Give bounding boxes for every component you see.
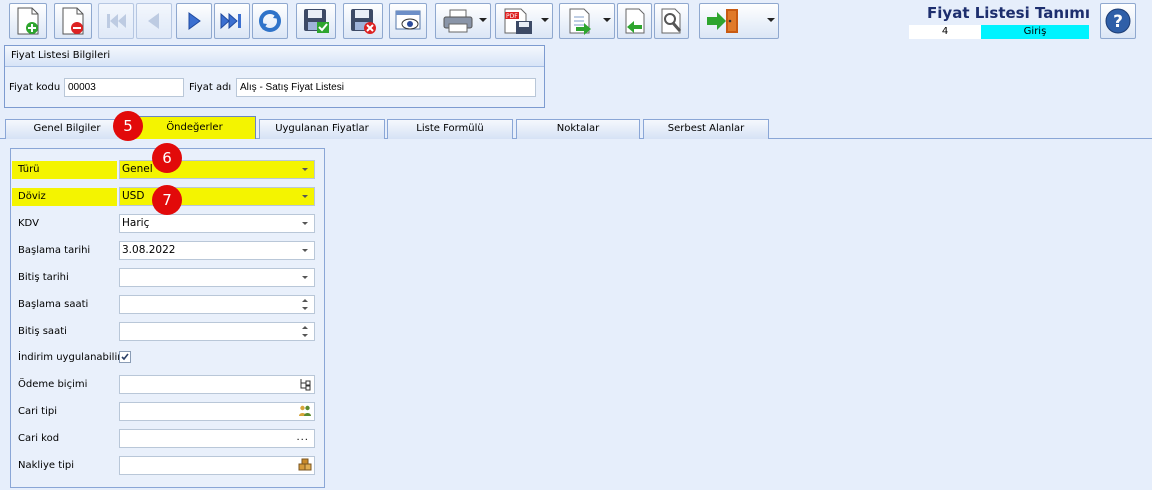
- vat-label: KDV: [18, 218, 39, 229]
- chevron-down-icon: [302, 168, 308, 171]
- end-date-picker[interactable]: [119, 268, 315, 287]
- print-icon: [443, 9, 473, 33]
- start-date-label: Başlama tarihi: [18, 245, 91, 256]
- start-time-input[interactable]: [119, 295, 315, 314]
- tab-general[interactable]: Genel Bilgiler: [5, 119, 129, 139]
- first-icon: [107, 14, 126, 28]
- help-button[interactable]: ?: [1100, 3, 1136, 39]
- save-icon: [304, 9, 329, 33]
- first-record-button[interactable]: [98, 3, 134, 39]
- vat-select[interactable]: Hariç: [119, 214, 315, 233]
- tools-icon: [661, 8, 681, 34]
- back-button[interactable]: [617, 3, 652, 39]
- pdf-icon: PDF: [504, 8, 532, 34]
- export-button[interactable]: [559, 3, 615, 39]
- record-number: 4: [909, 25, 981, 39]
- delete-button[interactable]: [54, 3, 92, 39]
- end-time-input[interactable]: [119, 322, 315, 341]
- shipping-type-label: Nakliye tipi: [18, 460, 75, 471]
- end-date-label: Bitiş tarihi: [18, 272, 69, 283]
- currency-select[interactable]: USD: [119, 187, 315, 206]
- spin-icon[interactable]: [302, 325, 309, 338]
- shipping-type-input[interactable]: [119, 456, 315, 475]
- cancel-button[interactable]: [343, 3, 383, 39]
- svg-text:?: ?: [1113, 12, 1123, 32]
- chevron-down-icon: [302, 276, 308, 279]
- last-icon: [220, 12, 241, 30]
- type-label: Türü: [18, 164, 40, 175]
- discount-checkbox[interactable]: [119, 351, 131, 363]
- account-type-input[interactable]: [119, 402, 315, 421]
- spin-icon[interactable]: [302, 298, 309, 311]
- mode-indicator: Giriş: [981, 25, 1089, 39]
- chevron-down-icon: [767, 18, 775, 22]
- chevron-down-icon: [541, 18, 549, 22]
- group-title: Fiyat Listesi Bilgileri: [5, 46, 544, 67]
- new-button[interactable]: [9, 3, 47, 39]
- price-name-label: Fiyat adı: [189, 82, 232, 93]
- price-list-info-group: Fiyat Listesi Bilgileri Fiyat kodu Fiyat…: [4, 45, 545, 108]
- price-code-input[interactable]: [64, 78, 184, 97]
- export-icon: [569, 8, 591, 35]
- preview-icon: [395, 10, 421, 30]
- end-time-label: Bitiş saati: [18, 326, 67, 337]
- boxes-icon[interactable]: [298, 458, 312, 472]
- cancel-icon: [351, 9, 376, 34]
- chevron-down-icon: [302, 222, 308, 225]
- ellipsis-button[interactable]: ...: [296, 429, 309, 446]
- exit-icon: [707, 9, 738, 33]
- previous-record-button[interactable]: [136, 3, 172, 39]
- annotation-badge-5: 5: [113, 111, 143, 141]
- price-code-label: Fiyat kodu: [9, 82, 61, 93]
- annotation-badge-7: 7: [152, 185, 182, 215]
- payment-method-input[interactable]: [119, 375, 315, 394]
- new-icon: [17, 7, 39, 35]
- tab-applied-prices[interactable]: Uygulanan Fiyatlar: [259, 119, 385, 139]
- discount-label: İndirim uygulanabilir: [18, 352, 122, 363]
- account-type-label: Cari tipi: [18, 406, 58, 417]
- tab-points[interactable]: Noktalar: [516, 119, 640, 139]
- help-icon: ?: [1105, 8, 1131, 34]
- next-icon: [188, 12, 201, 30]
- next-record-button[interactable]: [176, 3, 212, 39]
- delete-icon: [62, 7, 84, 35]
- refresh-icon: [259, 10, 281, 32]
- users-icon[interactable]: [298, 404, 312, 418]
- back-icon: [625, 8, 644, 34]
- previous-icon: [148, 13, 159, 29]
- account-code-label: Cari kod: [18, 433, 60, 444]
- last-record-button[interactable]: [214, 3, 250, 39]
- print-button[interactable]: [435, 3, 491, 39]
- chevron-down-icon: [603, 18, 611, 22]
- type-value: Genel: [122, 163, 153, 175]
- currency-value: USD: [122, 190, 145, 202]
- window-title: Fiyat Listesi Tanımı: [927, 4, 1090, 22]
- tab-list-formula[interactable]: Liste Formülü: [387, 119, 513, 139]
- start-time-label: Başlama saati: [18, 299, 89, 310]
- save-button[interactable]: [296, 3, 336, 39]
- tab-custom-fields[interactable]: Serbest Alanlar: [643, 119, 769, 139]
- price-name-input[interactable]: [236, 78, 536, 97]
- vat-value: Hariç: [122, 217, 150, 229]
- pdf-button[interactable]: PDF: [495, 3, 553, 39]
- start-date-value: 3.08.2022: [122, 244, 176, 256]
- svg-text:PDF: PDF: [506, 13, 518, 20]
- account-code-input[interactable]: ...: [119, 429, 315, 448]
- annotation-badge-6: 6: [152, 143, 182, 173]
- payment-method-label: Ödeme biçimi: [18, 379, 88, 390]
- currency-label: Döviz: [18, 191, 46, 202]
- chevron-down-icon: [302, 249, 308, 252]
- check-icon: [121, 353, 129, 361]
- tree-lookup-icon[interactable]: [298, 377, 312, 391]
- exit-button[interactable]: [699, 3, 779, 39]
- chevron-down-icon: [302, 195, 308, 198]
- chevron-down-icon: [479, 18, 487, 22]
- type-select[interactable]: Genel: [119, 160, 315, 179]
- tools-button[interactable]: [654, 3, 689, 39]
- start-date-picker[interactable]: 3.08.2022: [119, 241, 315, 260]
- tab-defaults[interactable]: Öndeğerler: [133, 116, 256, 139]
- refresh-button[interactable]: [252, 3, 288, 39]
- preview-button[interactable]: [389, 3, 427, 39]
